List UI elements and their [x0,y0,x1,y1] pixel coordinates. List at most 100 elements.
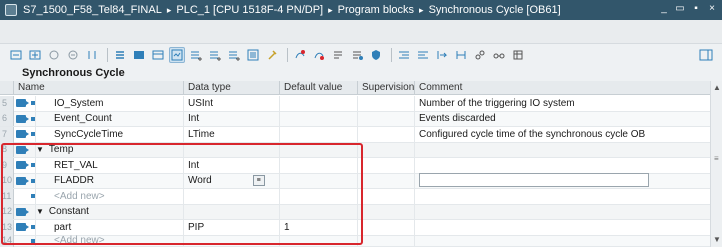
comment-edit-field[interactable] [419,173,649,188]
add-new-row[interactable]: 14 <Add new> [0,233,710,247]
glasses-icon[interactable] [491,47,507,63]
breadcrumb-block[interactable]: Synchronous Cycle [OB61] [429,4,561,16]
scroll-up-icon[interactable]: ▲ [713,84,721,92]
load-values-icon[interactable] [84,47,100,63]
row-supervision[interactable] [358,173,415,189]
collapse-caret-icon[interactable]: ▼ [36,204,44,219]
row-supervision[interactable] [358,95,415,111]
shield-icon[interactable] [368,47,384,63]
section-row-constant[interactable]: 12 ▼ Constant [0,204,710,220]
row-data-type[interactable] [184,204,280,220]
indent-icon[interactable] [396,47,412,63]
grid-plus-icon[interactable] [207,47,223,63]
row-default-value[interactable] [280,142,358,158]
grid-plus-icon[interactable] [188,47,204,63]
row-supervision[interactable] [358,126,415,142]
row-comment[interactable] [415,142,710,157]
row-data-type[interactable]: LTime [184,126,280,142]
force-icon[interactable] [330,47,346,63]
collapse-caret-icon[interactable]: ▼ [36,142,44,157]
row-supervision[interactable] [358,204,415,220]
watch-table-icon[interactable] [510,47,526,63]
row-data-type[interactable] [184,142,280,158]
row-default-value[interactable] [280,126,358,142]
collapse-all-icon[interactable] [131,47,147,63]
table-row[interactable]: 10 FLADDR Word ≡ [0,173,710,189]
column-default-value[interactable]: Default value [280,81,358,95]
pin-icon[interactable] [264,47,280,63]
row-comment[interactable]: Events discarded [415,111,710,126]
copy-values-icon[interactable] [65,47,81,63]
column-supervision[interactable]: Supervision [358,81,415,95]
row-comment[interactable] [415,158,710,173]
table-row[interactable]: 9 RET_VAL Int [0,157,710,174]
row-supervision[interactable] [358,188,415,204]
row-comment[interactable]: Number of the triggering IO system [415,96,710,111]
column-name[interactable]: Name [14,81,184,95]
row-supervision[interactable] [358,111,415,127]
breadcrumb-project[interactable]: S7_1500_F58_Tel84_FINAL [23,4,162,16]
add-row-icon[interactable] [27,47,43,63]
column-comment[interactable]: Comment [415,81,710,95]
insert-row-icon[interactable] [8,47,24,63]
row-data-type[interactable]: Word ≡ [184,173,280,189]
column-data-type[interactable]: Data type [184,81,280,95]
goto-icon[interactable] [434,47,450,63]
snapshot-icon[interactable] [46,47,62,63]
add-new-placeholder[interactable]: <Add new> [36,233,184,247]
row-name[interactable]: ▼ Temp [36,142,184,158]
row-supervision[interactable] [358,157,415,173]
table-row[interactable]: 6 Event_Count Int Events discarded [0,111,710,127]
row-name[interactable]: ▼ Constant [36,204,184,220]
float-button[interactable]: ▪ [690,3,702,15]
table-row[interactable]: 5 IO_System USInt Number of the triggeri… [0,95,710,112]
section-row-temp[interactable]: 8 ▼ Temp [0,142,710,158]
row-data-type[interactable] [184,188,280,204]
row-data-type[interactable] [184,233,280,247]
row-name[interactable]: SyncCycleTime [36,126,184,142]
row-default-value[interactable] [280,173,358,189]
row-comment[interactable]: Configured cycle time of the synchronous… [415,127,710,142]
minimize-button[interactable]: _ [658,3,670,15]
data-type-picker-button[interactable]: ≡ [252,175,265,187]
scroll-grip-icon[interactable]: ≡ [714,154,720,164]
row-name[interactable]: IO_System [36,95,184,111]
row-comment[interactable] [415,173,710,188]
row-data-type[interactable]: USInt [184,95,280,111]
row-name[interactable]: FLADDR [36,173,184,189]
modify-now-icon[interactable] [311,47,327,63]
list-icon[interactable] [245,47,261,63]
monitor-icon[interactable] [169,47,185,63]
add-new-row[interactable]: 11 <Add new> [0,188,710,205]
cross-ref-icon[interactable] [453,47,469,63]
row-name[interactable]: Event_Count [36,111,184,127]
restore-button[interactable]: ▭ [674,3,686,15]
link-icon[interactable] [472,47,488,63]
close-button[interactable]: × [706,3,718,15]
row-supervision[interactable] [358,233,415,247]
row-default-value[interactable] [280,204,358,220]
row-data-type[interactable]: Int [184,157,280,173]
expand-all-icon[interactable] [112,47,128,63]
row-default-value[interactable] [280,95,358,111]
row-default-value[interactable] [280,111,358,127]
grid-plus-icon[interactable] [226,47,242,63]
row-comment[interactable] [415,189,710,204]
modify-icon[interactable] [292,47,308,63]
row-supervision[interactable] [358,142,415,158]
table-row[interactable]: 7 SyncCycleTime LTime Configured cycle t… [0,126,710,143]
panel-toggle-icon[interactable] [698,47,714,63]
breadcrumb-plc[interactable]: PLC_1 [CPU 1518F-4 PN/DP] [176,4,323,16]
scroll-down-icon[interactable]: ▼ [713,236,721,244]
outdent-icon[interactable] [415,47,431,63]
row-data-type[interactable]: Int [184,111,280,127]
breadcrumb-program-blocks[interactable]: Program blocks [338,4,414,16]
vertical-scrollbar[interactable]: ▲ ≡ ▼ [710,81,722,247]
row-comment[interactable] [415,233,710,247]
row-default-value[interactable] [280,233,358,247]
trigger-icon[interactable] [349,47,365,63]
row-default-value[interactable] [280,157,358,173]
row-default-value[interactable] [280,188,358,204]
row-comment[interactable] [415,204,710,219]
detail-view-icon[interactable] [150,47,166,63]
